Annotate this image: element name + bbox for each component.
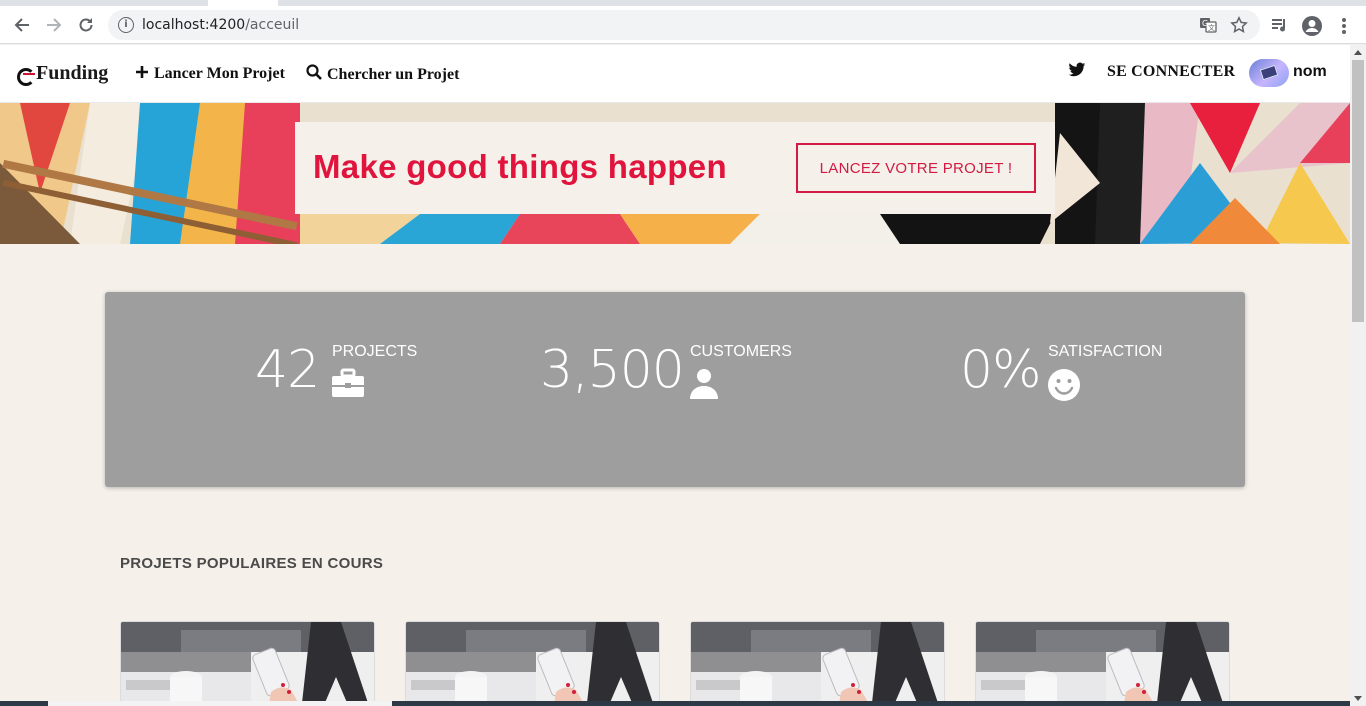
brand-name: Funding	[36, 62, 109, 84]
stat-label: PROJECTS	[332, 343, 418, 360]
stat-value: 3,500	[540, 340, 685, 400]
project-card-image	[976, 622, 1229, 706]
back-icon[interactable]	[8, 11, 36, 39]
account-icon[interactable]	[1301, 15, 1323, 37]
launch-project-button[interactable]: LANCEZ VOTRE PROJET !	[796, 143, 1036, 193]
hero-callout: Make good things happen LANCEZ VOTRE PRO…	[295, 122, 1055, 214]
browser-toolbar: i localhost:4200/acceuil G文	[0, 6, 1366, 44]
login-link[interactable]: SE CONNECTER	[1107, 63, 1235, 81]
project-card[interactable]	[975, 621, 1230, 706]
stats-panel: 42 PROJECTS 3,500 CUSTOMERS 0% SATISFACT…	[105, 292, 1245, 487]
launch-project-label: Lancer Mon Projet	[154, 65, 285, 82]
avatar[interactable]	[1249, 59, 1289, 87]
search-project-link[interactable]: Chercher un Projet	[306, 64, 459, 85]
popular-projects-title: PROJETS POPULAIRES EN COURS	[120, 555, 384, 572]
smile-icon	[1047, 368, 1081, 407]
stat-label: CUSTOMERS	[690, 343, 792, 360]
twitter-icon[interactable]	[1068, 62, 1086, 80]
stat-value: 42	[255, 340, 320, 400]
project-card-image	[691, 622, 944, 706]
project-card[interactable]	[405, 621, 660, 706]
reload-icon[interactable]	[72, 11, 100, 39]
translate-icon[interactable]: G文	[1199, 16, 1217, 34]
project-card[interactable]	[690, 621, 945, 706]
scroll-up-icon[interactable]	[1354, 50, 1362, 55]
logo-mark-icon	[17, 67, 35, 86]
menu-icon[interactable]	[1333, 15, 1355, 37]
address-bar[interactable]: i localhost:4200/acceuil G文	[108, 10, 1260, 40]
page-scrollbar[interactable]	[1350, 45, 1366, 706]
taskbar-segment	[48, 701, 392, 706]
plus-icon	[135, 64, 149, 84]
forward-icon[interactable]	[40, 11, 68, 39]
url-path: /acceuil	[245, 17, 300, 33]
hero-banner: Make good things happen LANCEZ VOTRE PRO…	[0, 103, 1350, 244]
briefcase-icon	[331, 368, 365, 403]
scroll-down-icon[interactable]	[1354, 696, 1362, 701]
star-icon[interactable]	[1230, 16, 1248, 34]
search-project-label: Chercher un Projet	[327, 65, 460, 83]
info-icon[interactable]: i	[118, 17, 134, 33]
url-host: localhost:4200	[142, 17, 246, 33]
brand-logo[interactable]: Funding	[17, 62, 109, 86]
project-card[interactable]	[120, 621, 375, 706]
stat-label: SATISFACTION	[1048, 343, 1163, 360]
hero-title: Make good things happen	[313, 148, 727, 185]
scrollbar-thumb[interactable]	[1352, 60, 1364, 322]
username[interactable]: nom	[1293, 63, 1327, 81]
launch-project-link[interactable]: Lancer Mon Projet	[135, 64, 285, 84]
url-text[interactable]: localhost:4200/acceuil	[142, 17, 299, 33]
user-icon	[689, 368, 719, 405]
bottom-taskbar	[0, 701, 1350, 706]
stat-value: 0%	[960, 340, 1041, 400]
app-navbar: Funding Lancer Mon Projet Chercher un Pr…	[0, 45, 1350, 103]
project-card-image	[406, 622, 659, 706]
svg-text:文: 文	[1208, 23, 1215, 32]
search-icon	[306, 64, 322, 85]
media-icon[interactable]	[1268, 15, 1290, 37]
project-card-image	[121, 622, 374, 706]
